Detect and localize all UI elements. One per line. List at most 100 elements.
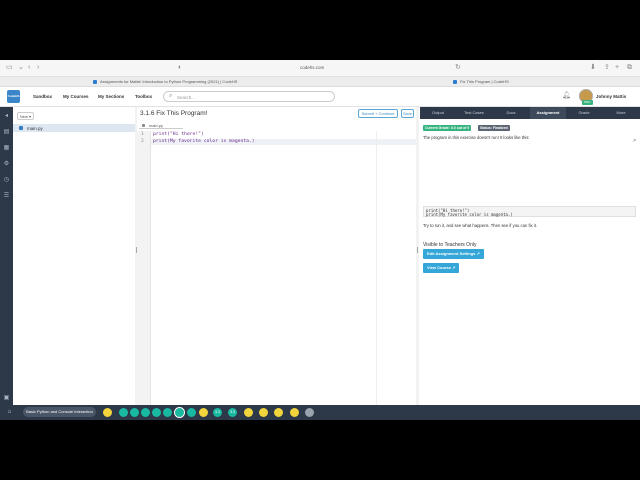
codehs-logo[interactable]: CodeHS xyxy=(7,90,20,103)
status-badge: Status: Finalized xyxy=(478,125,510,131)
browser-tab-fix-program[interactable]: Fix This Program | CodeHS xyxy=(450,78,570,86)
line-number: 1 xyxy=(141,132,144,137)
line-number: 2 xyxy=(141,139,144,144)
privacy-icon[interactable]: ◐ xyxy=(178,64,182,72)
app-header: CodeHS Sandbox My Courses My Sections To… xyxy=(0,87,640,107)
submit-continue-button[interactable]: Submit + Continue xyxy=(358,109,398,118)
tab-assignment[interactable]: Assignment xyxy=(530,107,566,119)
home-icon[interactable]: ⌂ xyxy=(6,409,13,416)
new-file-label: New xyxy=(19,114,28,119)
nav-my-courses[interactable]: My Courses xyxy=(63,94,89,99)
progress-item[interactable] xyxy=(130,408,139,417)
code-line[interactable]: print("Hi there!") xyxy=(153,132,204,137)
progress-item[interactable] xyxy=(259,408,268,417)
download-icon[interactable]: ⬇ xyxy=(590,64,596,72)
progress-item[interactable] xyxy=(187,408,196,417)
tab-output[interactable]: Output xyxy=(420,107,456,119)
progress-item[interactable] xyxy=(274,408,283,417)
nav-toolbox[interactable]: Toolbox xyxy=(135,94,152,99)
file-item-main[interactable]: main.py xyxy=(13,124,135,132)
assignment-panel: Output Test Cases Docs Assignment Grade … xyxy=(420,107,640,405)
editor-tab-name: main.py xyxy=(149,123,164,128)
progress-item[interactable] xyxy=(163,408,172,417)
right-splitter[interactable] xyxy=(416,107,419,405)
progress-item[interactable] xyxy=(199,408,208,417)
code-sample-line: print(My favorite color is magenta.) xyxy=(426,212,513,217)
browser-tab-title: Assignments for Mattis' Introduction to … xyxy=(100,79,238,84)
browser-tab-assignments[interactable]: Assignments for Mattis' Introduction to … xyxy=(90,78,290,86)
forward-icon[interactable]: › xyxy=(37,64,39,72)
external-link-icon: ↗ xyxy=(476,251,480,256)
progress-item[interactable] xyxy=(141,408,150,417)
course-module-pill[interactable]: Basic Python and Console Interaction xyxy=(23,407,96,417)
files-icon[interactable]: ▤ xyxy=(3,129,10,136)
user-name[interactable]: Johnny Mattis xyxy=(596,94,626,99)
browser-tabs: Assignments for Mattis' Introduction to … xyxy=(0,77,640,87)
search-icon: ⌕ xyxy=(169,93,173,99)
search-placeholder: Search... xyxy=(177,95,196,100)
collapse-icon[interactable]: ◂ xyxy=(3,113,10,120)
external-link-icon: ↗ xyxy=(452,265,456,270)
code-editor[interactable]: 1 print("Hi there!") 2 print(My favorite… xyxy=(137,131,416,405)
chevron-down-icon[interactable]: ⌄ xyxy=(18,64,24,72)
sidebar-toggle-icon[interactable]: ▭ xyxy=(6,64,13,72)
tab-docs[interactable]: Docs xyxy=(493,107,529,119)
course-progress-bar: ⌂ Basic Python and Console Interaction 3… xyxy=(0,405,640,420)
edit-assignment-settings-button[interactable]: Edit Assignment Settings ↗ xyxy=(423,249,484,259)
tab-overview-icon[interactable]: ⧉ xyxy=(627,64,632,72)
tab-test-cases[interactable]: Test Cases xyxy=(456,107,492,119)
assignment-description: The program in this exercise doesn't run… xyxy=(423,135,530,140)
reload-icon[interactable]: ↻ xyxy=(455,64,461,72)
drag-handle-icon[interactable] xyxy=(417,247,418,253)
back-icon[interactable]: ‹ xyxy=(28,64,30,72)
grade-badge: Current Grade: 0.0 out of 0 xyxy=(423,125,472,131)
editor-file-tab[interactable]: main.py xyxy=(139,122,183,129)
code-sample: print("Hi there!") print(My favorite col… xyxy=(423,206,636,217)
document-icon[interactable]: ▦ xyxy=(3,145,10,152)
new-tab-icon[interactable]: + xyxy=(615,64,619,72)
progress-item[interactable] xyxy=(305,408,314,417)
assignment-instruction: Try to run it, and see what happens. The… xyxy=(423,223,538,228)
progress-item-current[interactable] xyxy=(174,407,185,418)
progress-item[interactable]: 3.3 xyxy=(228,408,237,417)
panel-toggle-icon[interactable]: ▣ xyxy=(3,395,10,402)
code-line[interactable]: print(My favorite color is magenta.) xyxy=(153,139,255,144)
browser-toolbar: ▭ ⌄ ‹ › ◐ codehs.com ↻ ⬇ ⇪ + ⧉ xyxy=(0,60,640,77)
codehs-favicon-icon xyxy=(93,80,97,84)
save-button[interactable]: Save xyxy=(401,109,414,118)
screen: ▭ ⌄ ‹ › ◐ codehs.com ↻ ⬇ ⇪ + ⧉ Assignmen… xyxy=(0,60,640,420)
progress-item[interactable] xyxy=(103,408,112,417)
progress-item[interactable] xyxy=(152,408,161,417)
share-icon[interactable]: ⇪ xyxy=(604,64,610,72)
nav-my-sections[interactable]: My Sections xyxy=(98,94,124,99)
progress-item[interactable] xyxy=(244,408,253,417)
progress-item[interactable] xyxy=(119,408,128,417)
left-rail: ◂ ▤ ▦ ⚙ ◷ ☰ ▣ xyxy=(0,107,13,405)
open-external-icon[interactable]: ↗ xyxy=(632,138,636,144)
teacher-heading: Visible to Teachers Only xyxy=(423,242,477,248)
right-tabs: Output Test Cases Docs Assignment Grade … xyxy=(420,107,640,119)
pro-badge: PRO xyxy=(582,100,593,105)
page-title: 3.1.6 Fix This Program! xyxy=(140,110,208,117)
tab-grade[interactable]: Grade xyxy=(566,107,602,119)
file-icon xyxy=(142,124,145,127)
codehs-favicon-icon xyxy=(453,80,457,84)
search-input[interactable]: ⌕ Search... xyxy=(163,91,335,102)
python-file-icon xyxy=(19,126,23,130)
notification-icon[interactable]: 🔔︎ xyxy=(562,91,571,99)
progress-item[interactable] xyxy=(290,408,299,417)
editor-panel: 3.1.6 Fix This Program! Submit + Continu… xyxy=(137,107,416,405)
view-course-label: View Course xyxy=(427,265,451,270)
settings-icon[interactable]: ⚙ xyxy=(3,161,10,168)
file-name: main.py xyxy=(27,126,43,131)
new-file-button[interactable]: New ▾ xyxy=(17,112,34,120)
nav-sandbox[interactable]: Sandbox xyxy=(33,94,52,99)
clock-icon[interactable]: ◷ xyxy=(3,177,10,184)
address-bar[interactable]: codehs.com xyxy=(300,65,324,70)
print-margin xyxy=(376,131,377,405)
users-icon[interactable]: ☰ xyxy=(3,193,10,200)
view-course-button[interactable]: View Course ↗ xyxy=(423,263,460,273)
tab-more[interactable]: More xyxy=(603,107,639,119)
progress-item[interactable]: 3.3 xyxy=(213,408,222,417)
edit-settings-label: Edit Assignment Settings xyxy=(427,251,476,256)
